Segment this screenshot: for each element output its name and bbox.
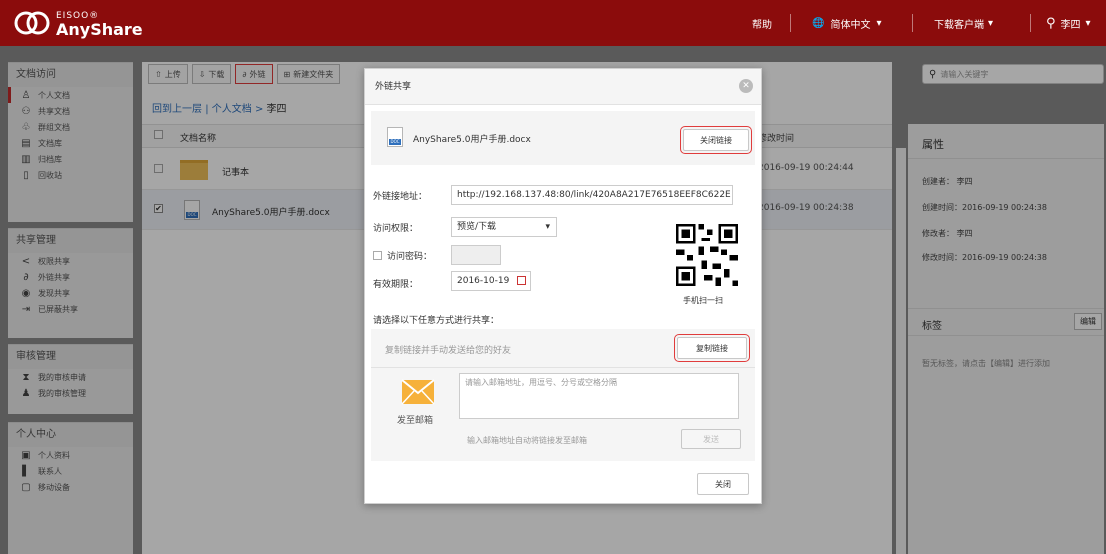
- caret-down-icon: ▾: [545, 222, 550, 232]
- help-link[interactable]: 帮助: [752, 0, 772, 46]
- password-label: 访问密码：: [387, 252, 433, 262]
- language-selector[interactable]: 🌐 简体中文 ▾: [812, 0, 881, 46]
- user-icon: ⚲: [1046, 15, 1056, 31]
- permission-label: 访问权限：: [373, 224, 419, 234]
- divider: [371, 367, 755, 368]
- dialog-file-name: AnyShare5.0用户手册.docx: [413, 135, 531, 145]
- permission-select[interactable]: 预览/下载 ▾: [451, 217, 557, 237]
- calendar-icon[interactable]: [517, 276, 526, 285]
- expiry-label: 有效期限：: [373, 280, 419, 290]
- copy-hint: 复制链接并手动发送给您的好友: [385, 346, 512, 356]
- qr-code: [673, 221, 741, 289]
- send-button[interactable]: 发送: [681, 429, 741, 449]
- link-share-dialog: 外链共享 ✕ AnyShare5.0用户手册.docx 关闭链接 外链接地址： …: [364, 68, 762, 504]
- divider: [790, 14, 791, 32]
- top-bar: EISOO® AnyShare 帮助 🌐 简体中文 ▾ 下载客户端 ▾ ⚲ 李四…: [0, 0, 1106, 46]
- share-methods-box: 复制链接并手动发送给您的好友 复制链接 发至邮箱 请输入邮箱地址，用逗号、分号或…: [371, 329, 755, 461]
- user-menu[interactable]: ⚲ 李四 ▾: [1046, 0, 1091, 46]
- link-label: 外链接地址：: [373, 192, 428, 202]
- logo-main-text: AnyShare: [56, 20, 143, 39]
- anyshare-logo-icon: [14, 11, 50, 35]
- mail-icon: [401, 379, 435, 405]
- email-label: 发至邮箱: [397, 416, 434, 426]
- qr-caption: 手机扫一扫: [683, 296, 723, 305]
- download-client-menu[interactable]: 下载客户端 ▾: [934, 0, 993, 46]
- close-link-button[interactable]: 关闭链接: [680, 126, 752, 154]
- password-field[interactable]: [451, 245, 501, 265]
- caret-down-icon: ▾: [1085, 17, 1091, 29]
- divider: [912, 14, 913, 32]
- globe-icon: 🌐: [812, 17, 825, 29]
- link-address-field[interactable]: http://192.168.137.48:80/link/420A8A217E…: [451, 185, 733, 205]
- share-method-prompt: 请选择以下任意方式进行共享：: [373, 316, 500, 326]
- dialog-title: 外链共享: [365, 69, 761, 105]
- divider: [1030, 14, 1031, 32]
- dialog-close-button[interactable]: 关闭: [697, 473, 749, 495]
- email-textarea[interactable]: 请输入邮箱地址，用逗号、分号或空格分隔: [459, 373, 739, 419]
- close-icon[interactable]: ✕: [739, 79, 753, 93]
- file-info-box: AnyShare5.0用户手册.docx 关闭链接: [371, 111, 755, 165]
- expiry-date-field[interactable]: 2016-10-19: [451, 271, 531, 291]
- copy-link-button[interactable]: 复制链接: [674, 334, 750, 362]
- caret-down-icon: ▾: [988, 17, 994, 29]
- email-hint: 输入邮箱地址自动将链接发至邮箱: [467, 436, 587, 445]
- password-checkbox[interactable]: [373, 251, 382, 260]
- docx-icon: [387, 127, 403, 147]
- logo[interactable]: EISOO® AnyShare: [14, 6, 143, 40]
- caret-down-icon: ▾: [876, 17, 882, 29]
